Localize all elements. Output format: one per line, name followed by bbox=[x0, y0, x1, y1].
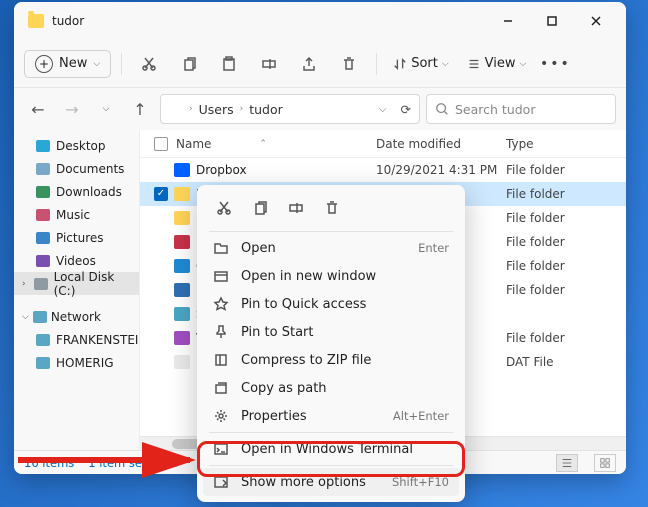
sidebar-icon bbox=[36, 232, 50, 244]
item-count: 16 items bbox=[24, 456, 74, 470]
ctx-item-pin-to-quick-access[interactable]: Pin to Quick access bbox=[203, 290, 459, 318]
sidebar-network[interactable]: ⌵ Network bbox=[14, 305, 139, 328]
view-button[interactable]: View ⌵ bbox=[461, 56, 533, 71]
window-title: tudor bbox=[52, 14, 486, 28]
search-input[interactable]: Search tudor bbox=[426, 94, 616, 124]
ctx-item-open-in-windows-terminal[interactable]: Open in Windows Terminal bbox=[203, 435, 459, 463]
back-button[interactable]: ← bbox=[24, 95, 52, 123]
ctx-item-copy-as-path[interactable]: Copy as path bbox=[203, 374, 459, 402]
ctx-item-open-in-new-window[interactable]: Open in new window bbox=[203, 262, 459, 290]
selected-count: 1 item selected bbox=[88, 456, 177, 470]
search-placeholder: Search tudor bbox=[455, 102, 535, 117]
new-button[interactable]: + New ⌵ bbox=[24, 50, 111, 78]
file-icon bbox=[174, 259, 190, 273]
file-icon bbox=[174, 187, 190, 201]
ctx-item-compress-to-zip-file[interactable]: Compress to ZIP file bbox=[203, 346, 459, 374]
sidebar-network-frankenstein[interactable]: FRANKENSTEIN bbox=[14, 328, 139, 351]
rename-button[interactable] bbox=[252, 47, 286, 81]
ctx-cut-button[interactable] bbox=[207, 193, 241, 223]
sort-indicator: ⌃ bbox=[259, 139, 267, 149]
separator bbox=[209, 231, 453, 232]
sidebar-icon bbox=[36, 140, 50, 152]
folder-icon bbox=[28, 14, 44, 28]
separator bbox=[209, 465, 453, 466]
new-label: New bbox=[59, 56, 87, 71]
share-button[interactable] bbox=[292, 47, 326, 81]
refresh-button[interactable]: ⟳ bbox=[401, 102, 411, 117]
file-icon bbox=[174, 331, 190, 345]
sort-button[interactable]: Sort ⌵ bbox=[387, 56, 454, 71]
chevron-right-icon: › bbox=[240, 104, 244, 114]
sidebar-icon bbox=[36, 186, 50, 198]
delete-button[interactable] bbox=[332, 47, 366, 81]
ctx-rename-button[interactable] bbox=[279, 193, 313, 223]
forward-button[interactable]: → bbox=[58, 95, 86, 123]
sidebar-network-homerig[interactable]: HOMERIG bbox=[14, 351, 139, 374]
col-date[interactable]: Date modified bbox=[376, 137, 461, 151]
sidebar-item-desktop[interactable]: Desktop bbox=[14, 134, 139, 157]
ctx-item-pin-to-start[interactable]: Pin to Start bbox=[203, 318, 459, 346]
file-icon bbox=[174, 163, 190, 177]
file-icon bbox=[174, 235, 190, 249]
icons-view-button[interactable] bbox=[594, 454, 616, 472]
minimize-button[interactable] bbox=[486, 6, 530, 36]
context-menu: OpenEnterOpen in new windowPin to Quick … bbox=[197, 185, 465, 502]
sidebar-icon bbox=[36, 163, 50, 175]
separator bbox=[209, 432, 453, 433]
folder-icon bbox=[169, 103, 183, 115]
ctx-item-properties[interactable]: PropertiesAlt+Enter bbox=[203, 402, 459, 430]
chevron-down-icon: ⌵ bbox=[93, 59, 100, 69]
nav-row: ← → ⌵ ↑ › Users › tudor ⌵ ⟳ Search tudor bbox=[14, 88, 626, 130]
col-name[interactable]: Name bbox=[176, 137, 211, 151]
breadcrumb-seg[interactable]: Users bbox=[199, 102, 234, 117]
ctx-copy-button[interactable] bbox=[243, 193, 277, 223]
plus-icon: + bbox=[35, 55, 53, 73]
up-button[interactable]: ↑ bbox=[126, 95, 154, 123]
separator bbox=[376, 53, 377, 75]
chevron-right-icon: › bbox=[189, 104, 193, 114]
context-icon-row bbox=[203, 191, 459, 229]
column-header: Name ⌃ Date modified Type bbox=[140, 130, 626, 158]
details-view-button[interactable] bbox=[556, 454, 578, 472]
sidebar-icon bbox=[34, 278, 48, 290]
file-icon bbox=[174, 307, 190, 321]
address-bar[interactable]: › Users › tudor ⌵ ⟳ bbox=[160, 94, 420, 124]
close-button[interactable] bbox=[574, 6, 618, 36]
ctx-delete-button[interactable] bbox=[315, 193, 349, 223]
file-icon bbox=[174, 355, 190, 369]
more-button[interactable]: ••• bbox=[538, 47, 572, 81]
toolbar: + New ⌵ Sort ⌵ View ⌵ ••• bbox=[14, 40, 626, 88]
file-icon bbox=[174, 283, 190, 297]
sidebar-item-music[interactable]: Music bbox=[14, 203, 139, 226]
sidebar-item-pictures[interactable]: Pictures bbox=[14, 226, 139, 249]
sidebar-item-downloads[interactable]: Downloads bbox=[14, 180, 139, 203]
computer-icon bbox=[36, 334, 50, 346]
computer-icon bbox=[36, 357, 50, 369]
row-checkbox[interactable] bbox=[154, 187, 168, 201]
sidebar-item-documents[interactable]: Documents bbox=[14, 157, 139, 180]
col-type[interactable]: Type bbox=[506, 137, 534, 151]
copy-button[interactable] bbox=[172, 47, 206, 81]
sidebar-item-local-disk-c-[interactable]: ›Local Disk (C:) bbox=[14, 272, 139, 295]
separator bbox=[121, 53, 122, 75]
breadcrumb-seg[interactable]: tudor bbox=[249, 102, 283, 117]
ctx-item-open[interactable]: OpenEnter bbox=[203, 234, 459, 262]
search-icon bbox=[435, 102, 449, 116]
cut-button[interactable] bbox=[132, 47, 166, 81]
sidebar-icon bbox=[36, 209, 50, 221]
file-row[interactable]: Dropbox10/29/2021 4:31 PMFile folder bbox=[140, 158, 626, 182]
paste-button[interactable] bbox=[212, 47, 246, 81]
chevron-down-icon[interactable]: ⌵ bbox=[379, 104, 387, 115]
ctx-item-show-more-options[interactable]: Show more optionsShift+F10 bbox=[203, 468, 459, 496]
sidebar: DesktopDocumentsDownloadsMusicPicturesVi… bbox=[14, 130, 140, 450]
network-icon bbox=[33, 311, 47, 323]
chevron-down-icon: ⌵ bbox=[22, 312, 29, 322]
maximize-button[interactable] bbox=[530, 6, 574, 36]
history-button[interactable]: ⌵ bbox=[92, 95, 120, 123]
file-icon bbox=[174, 211, 190, 225]
sidebar-icon bbox=[36, 255, 50, 267]
selectall-checkbox[interactable] bbox=[154, 137, 168, 151]
titlebar: tudor bbox=[14, 2, 626, 40]
